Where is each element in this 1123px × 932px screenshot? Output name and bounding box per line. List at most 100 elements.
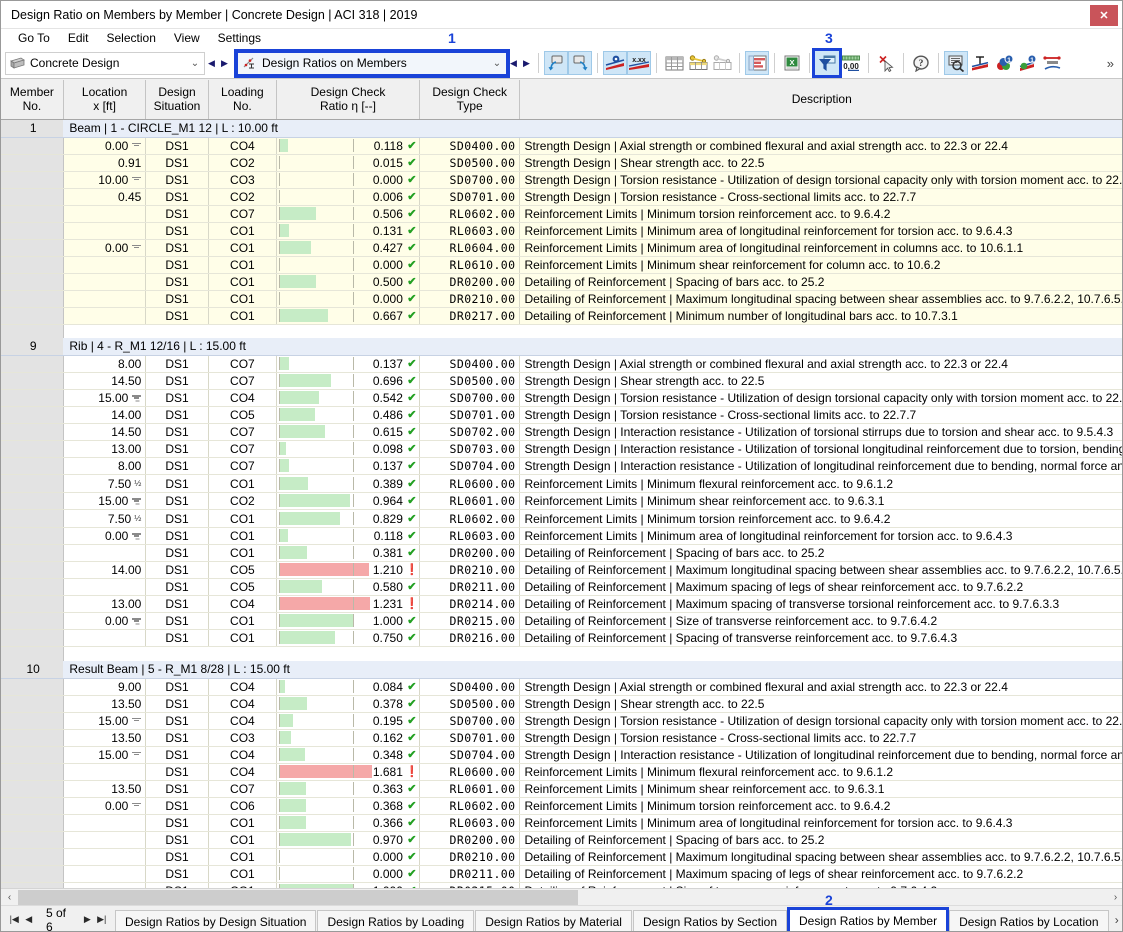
info-colors-icon[interactable]: 1 — [992, 51, 1016, 75]
horizontal-scrollbar[interactable]: ‹ › — [1, 888, 1122, 906]
description-cell[interactable]: Detailing of Reinforcement | Maximum lon… — [519, 290, 1122, 308]
location-cell[interactable] — [63, 865, 147, 883]
design-check-type-cell[interactable]: SD0701.00 — [419, 188, 521, 206]
location-cell[interactable]: 13.50 — [63, 729, 147, 747]
description-cell[interactable]: Reinforcement Limits | Minimum torsion r… — [519, 205, 1122, 223]
table-empty-icon[interactable] — [710, 51, 734, 75]
prev-page-button[interactable]: ◀ — [21, 909, 35, 931]
location-cell[interactable]: 14.50 — [63, 372, 147, 390]
design-ratio-cell[interactable]: 0.363 ✔ — [276, 780, 420, 798]
design-situation-cell[interactable]: DS1 — [145, 222, 209, 240]
design-ratio-cell[interactable]: 0.750 ✔ — [276, 629, 420, 647]
menu-item-goto[interactable]: Go To — [9, 29, 59, 48]
table-all-icon[interactable] — [662, 51, 686, 75]
design-check-type-cell[interactable]: RL0603.00 — [419, 222, 521, 240]
design-check-type-cell[interactable]: SD0500.00 — [419, 695, 521, 713]
location-cell[interactable]: 0.00 — [63, 137, 147, 155]
loading-cell[interactable]: CO4 — [208, 695, 278, 713]
design-situation-cell[interactable]: DS1 — [145, 595, 209, 613]
location-cell[interactable] — [63, 205, 147, 223]
design-situation-cell[interactable]: DS1 — [145, 527, 209, 545]
design-ratio-cell[interactable]: 0.667 ✔ — [276, 307, 420, 325]
table-row[interactable]: 14.50 DS1 CO7 0.696 ✔ SD0500.00 Strength Desig… — [1, 372, 1122, 390]
location-cell[interactable]: 14.00 — [63, 561, 147, 579]
design-situation-cell[interactable]: DS1 — [145, 188, 209, 206]
design-situation-cell[interactable]: DS1 — [145, 154, 209, 172]
loading-cell[interactable]: CO5 — [208, 406, 278, 424]
design-check-type-cell[interactable]: SD0701.00 — [419, 729, 521, 747]
location-cell[interactable]: 14.00 — [63, 406, 147, 424]
design-check-type-cell[interactable]: DR0211.00 — [419, 865, 521, 883]
location-cell[interactable] — [63, 273, 147, 291]
design-situation-cell[interactable]: DS1 — [145, 290, 209, 308]
design-check-type-cell[interactable]: DR0210.00 — [419, 848, 521, 866]
description-cell[interactable]: Detailing of Reinforcement | Maximum spa… — [519, 595, 1122, 613]
loading-cell[interactable]: CO4 — [208, 712, 278, 730]
location-cell[interactable] — [63, 848, 147, 866]
table-row[interactable]: 14.00 DS1 CO5 0.486 ✔ SD0701.00 Strength Desig… — [1, 406, 1122, 424]
loading-cell[interactable]: CO3 — [208, 729, 278, 747]
design-ratio-cell[interactable]: 0.162 ✔ — [276, 729, 420, 747]
location-cell[interactable]: 15.00 — [63, 389, 147, 407]
member-group-header-row[interactable]: 10 Result Beam | 5 - R_M1 8/28 | L : 15.0… — [1, 660, 1122, 679]
table-row[interactable]: 0.00 DS1 CO1 0.427 ✔ RL0604.00 Reinforcement L… — [1, 239, 1122, 257]
design-check-type-cell[interactable]: DR0210.00 — [419, 290, 521, 308]
table-row[interactable]: 15.00 DS1 CO4 0.348 ✔ SD0704.00 Strength Desig… — [1, 746, 1122, 764]
description-cell[interactable]: Reinforcement Limits | Minimum area of l… — [519, 527, 1122, 545]
loading-cell[interactable]: CO1 — [208, 256, 278, 274]
table-row[interactable]: DS1 CO1 0.000 ✔ DR0211.00 Detailing of Reinfo… — [1, 865, 1122, 883]
loading-cell[interactable]: CO1 — [208, 239, 278, 257]
design-situation-cell[interactable]: DS1 — [145, 256, 209, 274]
table-row[interactable]: 0.00 DS1 CO6 0.368 ✔ RL0602.00 Reinforcement L… — [1, 797, 1122, 815]
design-situation-cell[interactable]: DS1 — [145, 578, 209, 596]
design-ratio-cell[interactable]: 0.580 ✔ — [276, 578, 420, 596]
table-row[interactable]: 0.00 DS1 CO1 1.000 ✔ DR0215.00 Detailing of Re… — [1, 612, 1122, 630]
menu-item-view[interactable]: View — [165, 29, 209, 48]
location-cell[interactable]: 15.00 — [63, 712, 147, 730]
location-cell[interactable]: 0.91 — [63, 154, 147, 172]
decimal-places-icon[interactable]: 0,00 — [839, 51, 863, 75]
table-row[interactable]: DS1 CO1 0.366 ✔ RL0603.00 Reinforcement Limit… — [1, 814, 1122, 832]
export-excel-icon[interactable]: X — [780, 51, 804, 75]
table-row[interactable]: 13.50 DS1 CO7 0.363 ✔ RL0601.00 Reinforcement … — [1, 780, 1122, 798]
location-cell[interactable]: 0.00 — [63, 612, 147, 630]
loading-cell[interactable]: CO7 — [208, 372, 278, 390]
loading-cell[interactable]: CO1 — [208, 865, 278, 883]
design-check-type-cell[interactable]: RL0603.00 — [419, 814, 521, 832]
info-diagram-icon[interactable]: 1 — [1016, 51, 1040, 75]
loading-cell[interactable]: CO1 — [208, 544, 278, 562]
design-ratio-cell[interactable]: 0.829 ✔ — [276, 509, 420, 528]
chevron-down-icon[interactable]: ⌄ — [488, 58, 506, 69]
design-situation-cell[interactable]: DS1 — [145, 797, 209, 815]
design-check-type-cell[interactable]: RL0602.00 — [419, 797, 521, 815]
design-ratio-cell[interactable]: 0.137 ✔ — [276, 355, 420, 373]
loading-cell[interactable]: CO2 — [208, 188, 278, 206]
description-cell[interactable]: Strength Design | Torsion resistance - C… — [519, 729, 1122, 747]
redo-view-icon[interactable] — [568, 51, 592, 75]
deselect-icon[interactable] — [874, 51, 898, 75]
location-cell[interactable]: 0.00 — [63, 239, 147, 257]
result-diagram-icon[interactable] — [968, 51, 992, 75]
close-icon[interactable]: ✕ — [1090, 5, 1118, 26]
tab-design-ratios-by-member[interactable]: Design Ratios by Member — [787, 907, 950, 931]
location-cell[interactable]: 0.00 — [63, 527, 147, 545]
loading-cell[interactable]: CO3 — [208, 171, 278, 189]
design-ratio-cell[interactable]: 0.118 ✔ — [276, 137, 420, 155]
design-ratio-cell[interactable]: 0.696 ✔ — [276, 372, 420, 390]
description-cell[interactable]: Detailing of Reinforcement | Maximum lon… — [519, 561, 1122, 579]
description-cell[interactable]: Detailing of Reinforcement | Spacing of … — [519, 831, 1122, 849]
design-situation-cell[interactable]: DS1 — [145, 239, 209, 257]
design-check-type-cell[interactable]: RL0610.00 — [419, 256, 521, 274]
location-cell[interactable] — [63, 814, 147, 832]
description-cell[interactable]: Strength Design | Shear strength acc. to… — [519, 154, 1122, 172]
design-situation-cell[interactable]: DS1 — [145, 678, 209, 696]
chevron-down-icon[interactable]: ⌄ — [186, 58, 204, 69]
loading-cell[interactable]: CO1 — [208, 509, 278, 528]
design-situation-cell[interactable]: DS1 — [145, 372, 209, 390]
loading-cell[interactable]: CO1 — [208, 474, 278, 493]
description-cell[interactable]: Detailing of Reinforcement | Maximum spa… — [519, 865, 1122, 883]
loading-cell[interactable]: CO7 — [208, 205, 278, 223]
location-cell[interactable] — [63, 290, 147, 308]
table-row[interactable]: 15.00 DS1 CO2 0.964 ✔ RL0601.00 Reinforcement … — [1, 492, 1122, 510]
description-cell[interactable]: Strength Design | Axial strength or comb… — [519, 678, 1122, 696]
